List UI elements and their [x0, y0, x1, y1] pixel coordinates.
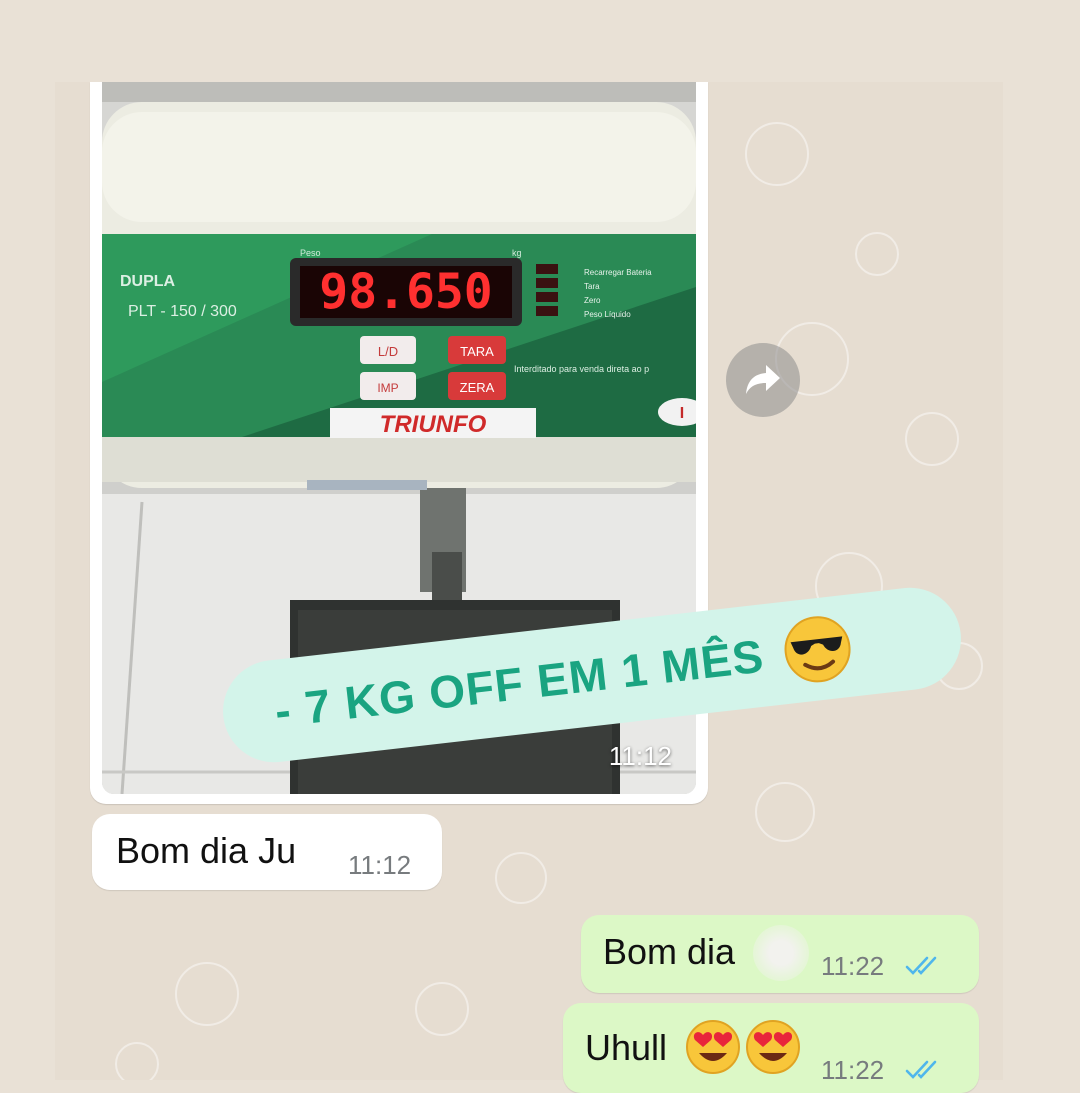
read-receipt-icon: [905, 956, 937, 975]
heart-eyes-emoji-icon: [686, 1020, 740, 1074]
doodle: [905, 412, 959, 466]
forward-arrow-icon: [746, 365, 780, 394]
scale-notice: Interditado para venda direta ao p: [514, 364, 649, 374]
message-time: 11:22: [821, 1055, 885, 1085]
message-text: Bom dia: [603, 931, 736, 972]
forward-button[interactable]: [726, 343, 800, 417]
scale-display-value: 98.650: [319, 264, 492, 320]
svg-text:I: I: [680, 405, 684, 422]
led-label: Recarregar Bateria: [584, 268, 652, 277]
smiling-face-with-sunglasses-icon: [784, 616, 851, 683]
display-label-peso: Peso: [300, 248, 321, 258]
scale-button-zera: ZERA: [460, 380, 495, 395]
scale-model-line1: DUPLA: [120, 273, 176, 290]
message-text: Uhull: [585, 1027, 668, 1068]
led-label: Zero: [584, 296, 601, 305]
message-time: 11:22: [821, 951, 885, 981]
doodle: [755, 782, 815, 842]
led-label: Tara: [584, 282, 600, 291]
heart-eyes-emoji-icon: [746, 1020, 800, 1074]
scale-model-line2: PLT - 150 / 300: [128, 303, 237, 320]
doodle: [855, 232, 899, 276]
doodle: [415, 982, 469, 1036]
blurred-name: [753, 925, 809, 981]
read-receipt-icon: [905, 1060, 937, 1079]
led-label: Peso Líquido: [584, 310, 631, 319]
doodle: [495, 852, 547, 904]
message-text: Bom dia Ju: [116, 830, 297, 871]
scale-button-imp: IMP: [377, 381, 398, 395]
outgoing-message[interactable]: Bom dia 11:22: [581, 915, 979, 993]
incoming-message[interactable]: Bom dia Ju 11:12: [92, 814, 442, 890]
scale-button-tara: TARA: [460, 344, 494, 359]
message-time: 11:12: [348, 850, 412, 880]
display-label-kg: kg: [512, 248, 522, 258]
doodle: [115, 1042, 159, 1080]
image-timestamp: 11:12: [608, 741, 672, 771]
scale-brand: TRIUNFO: [380, 411, 487, 438]
doodle: [175, 962, 239, 1026]
doodle: [745, 122, 809, 186]
scale-button-ld: L/D: [378, 344, 398, 359]
